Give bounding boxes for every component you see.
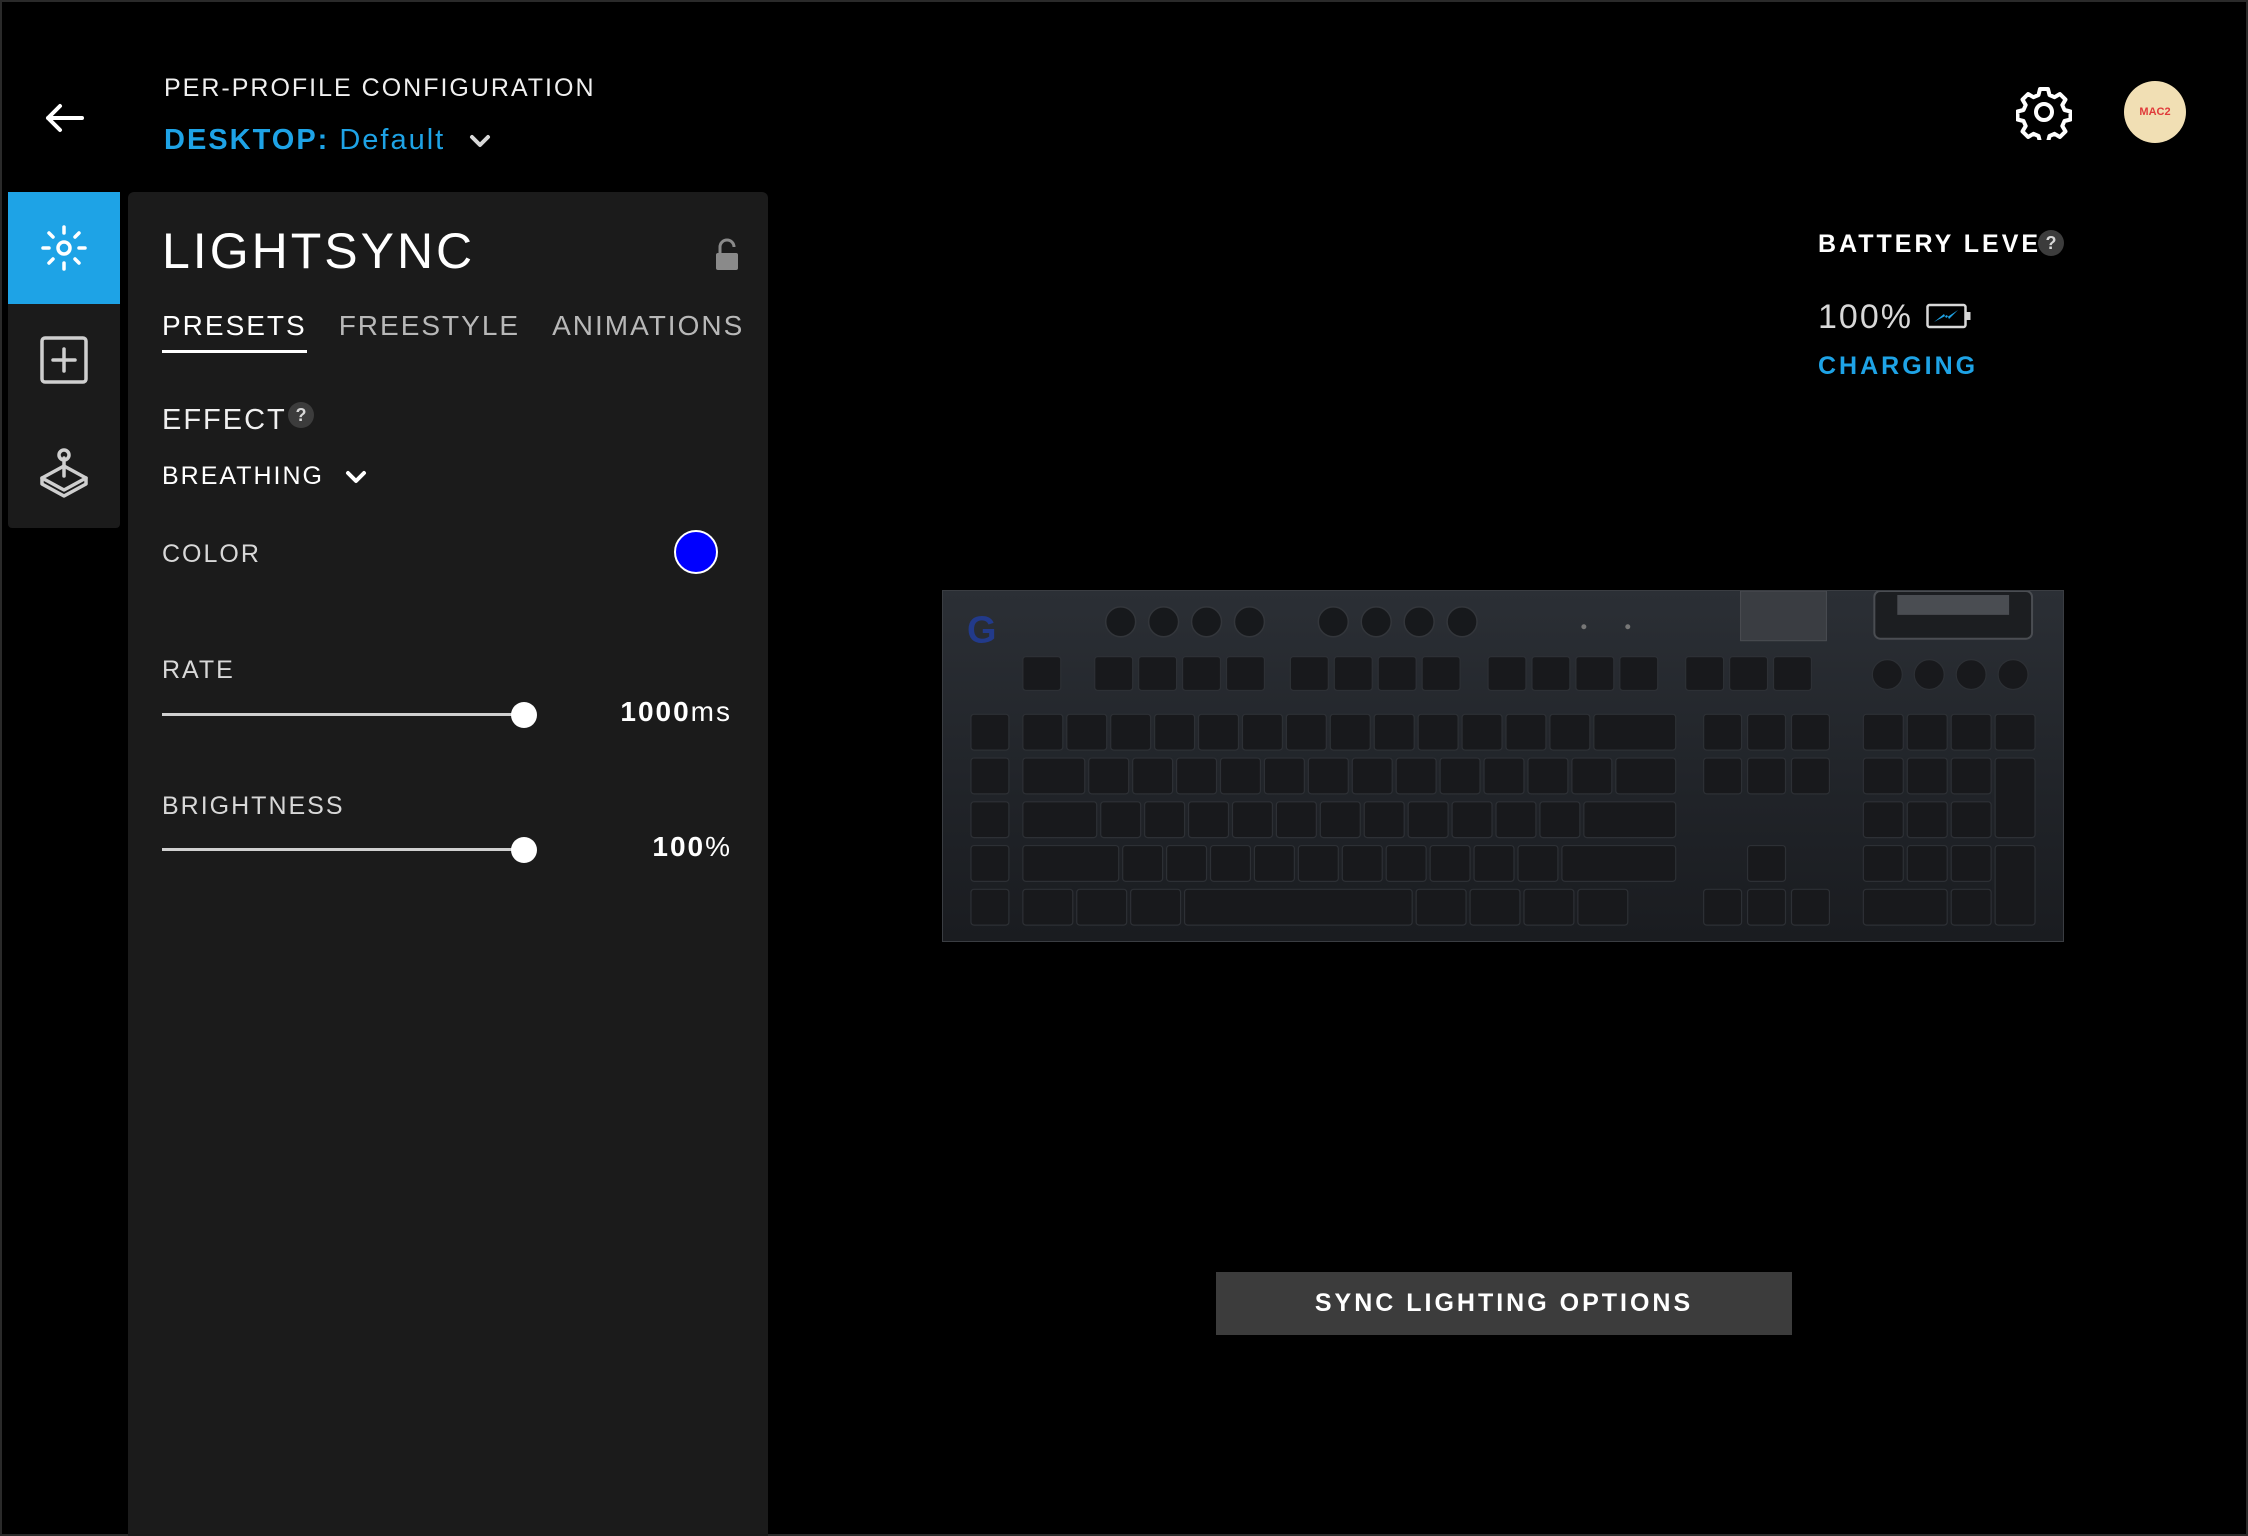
color-label: COLOR [162,540,261,568]
slider-fill [162,848,524,851]
battery-status: CHARGING [1818,352,1979,380]
sync-lighting-button[interactable]: SYNC LIGHTING OPTIONS [1216,1272,1792,1335]
sidebar-item-lightsync[interactable] [8,192,120,304]
effect-help-button[interactable]: ? [288,402,314,428]
sidebar-item-game-mode[interactable] [8,416,120,528]
slider-thumb[interactable] [511,702,537,728]
brightness-value: 100% [652,831,732,863]
settings-button[interactable] [2015,84,2073,144]
effect-value: BREATHING [162,462,324,490]
gear-icon [2015,87,2073,144]
lightsync-panel: LIGHTSYNC PRESETS FREESTYLE ANIMATIONS E… [128,192,768,1536]
tab-animations[interactable]: ANIMATIONS [552,310,744,353]
slider-fill [162,713,524,716]
battery-percent: 100% [1818,298,1913,336]
profile-prefix: DESKTOP: [164,124,330,156]
chevron-down-icon [470,134,491,147]
rate-label: RATE [162,656,235,684]
color-swatch[interactable] [674,530,718,574]
lock-button[interactable] [712,238,742,272]
sidebar-item-assignments[interactable] [8,304,120,416]
tab-presets[interactable]: PRESETS [162,310,307,353]
rate-number: 1000 [620,696,691,727]
battery-title: BATTERY LEVEL [1818,230,2060,258]
keyboard-image: G [942,590,2064,942]
lightsync-icon [41,225,87,271]
tab-freestyle[interactable]: FREESTYLE [339,310,520,353]
profile-selector[interactable]: DESKTOP: Default [164,124,493,157]
tab-bar: PRESETS FREESTYLE ANIMATIONS [162,310,776,353]
effect-label: EFFECT [162,404,287,436]
brightness-number: 100 [652,831,706,862]
joystick-icon [40,448,88,498]
profile-name: Default [339,124,446,156]
rate-slider[interactable] [162,700,537,730]
chevron-down-icon [346,470,366,483]
back-button[interactable] [36,90,92,146]
slider-thumb[interactable] [511,837,537,863]
effect-dropdown[interactable]: BREATHING [162,462,368,491]
battery-help-button[interactable]: ? [2038,230,2064,256]
brightness-label: BRIGHTNESS [162,792,345,820]
sidebar-rail [8,192,120,528]
page-title: PER-PROFILE CONFIGURATION [164,74,596,102]
logitech-g-logo: G [967,610,996,652]
user-avatar[interactable]: MAC2 [2124,81,2186,143]
assignments-icon [40,336,88,384]
panel-title: LIGHTSYNC [162,223,476,279]
rate-value: 1000ms [620,696,732,728]
arrow-left-icon [46,104,84,132]
unlock-icon [716,238,738,270]
brightness-slider[interactable] [162,835,537,865]
brightness-unit: % [705,831,732,862]
battery-charging-icon [1926,303,1971,329]
rate-unit: ms [690,696,732,727]
